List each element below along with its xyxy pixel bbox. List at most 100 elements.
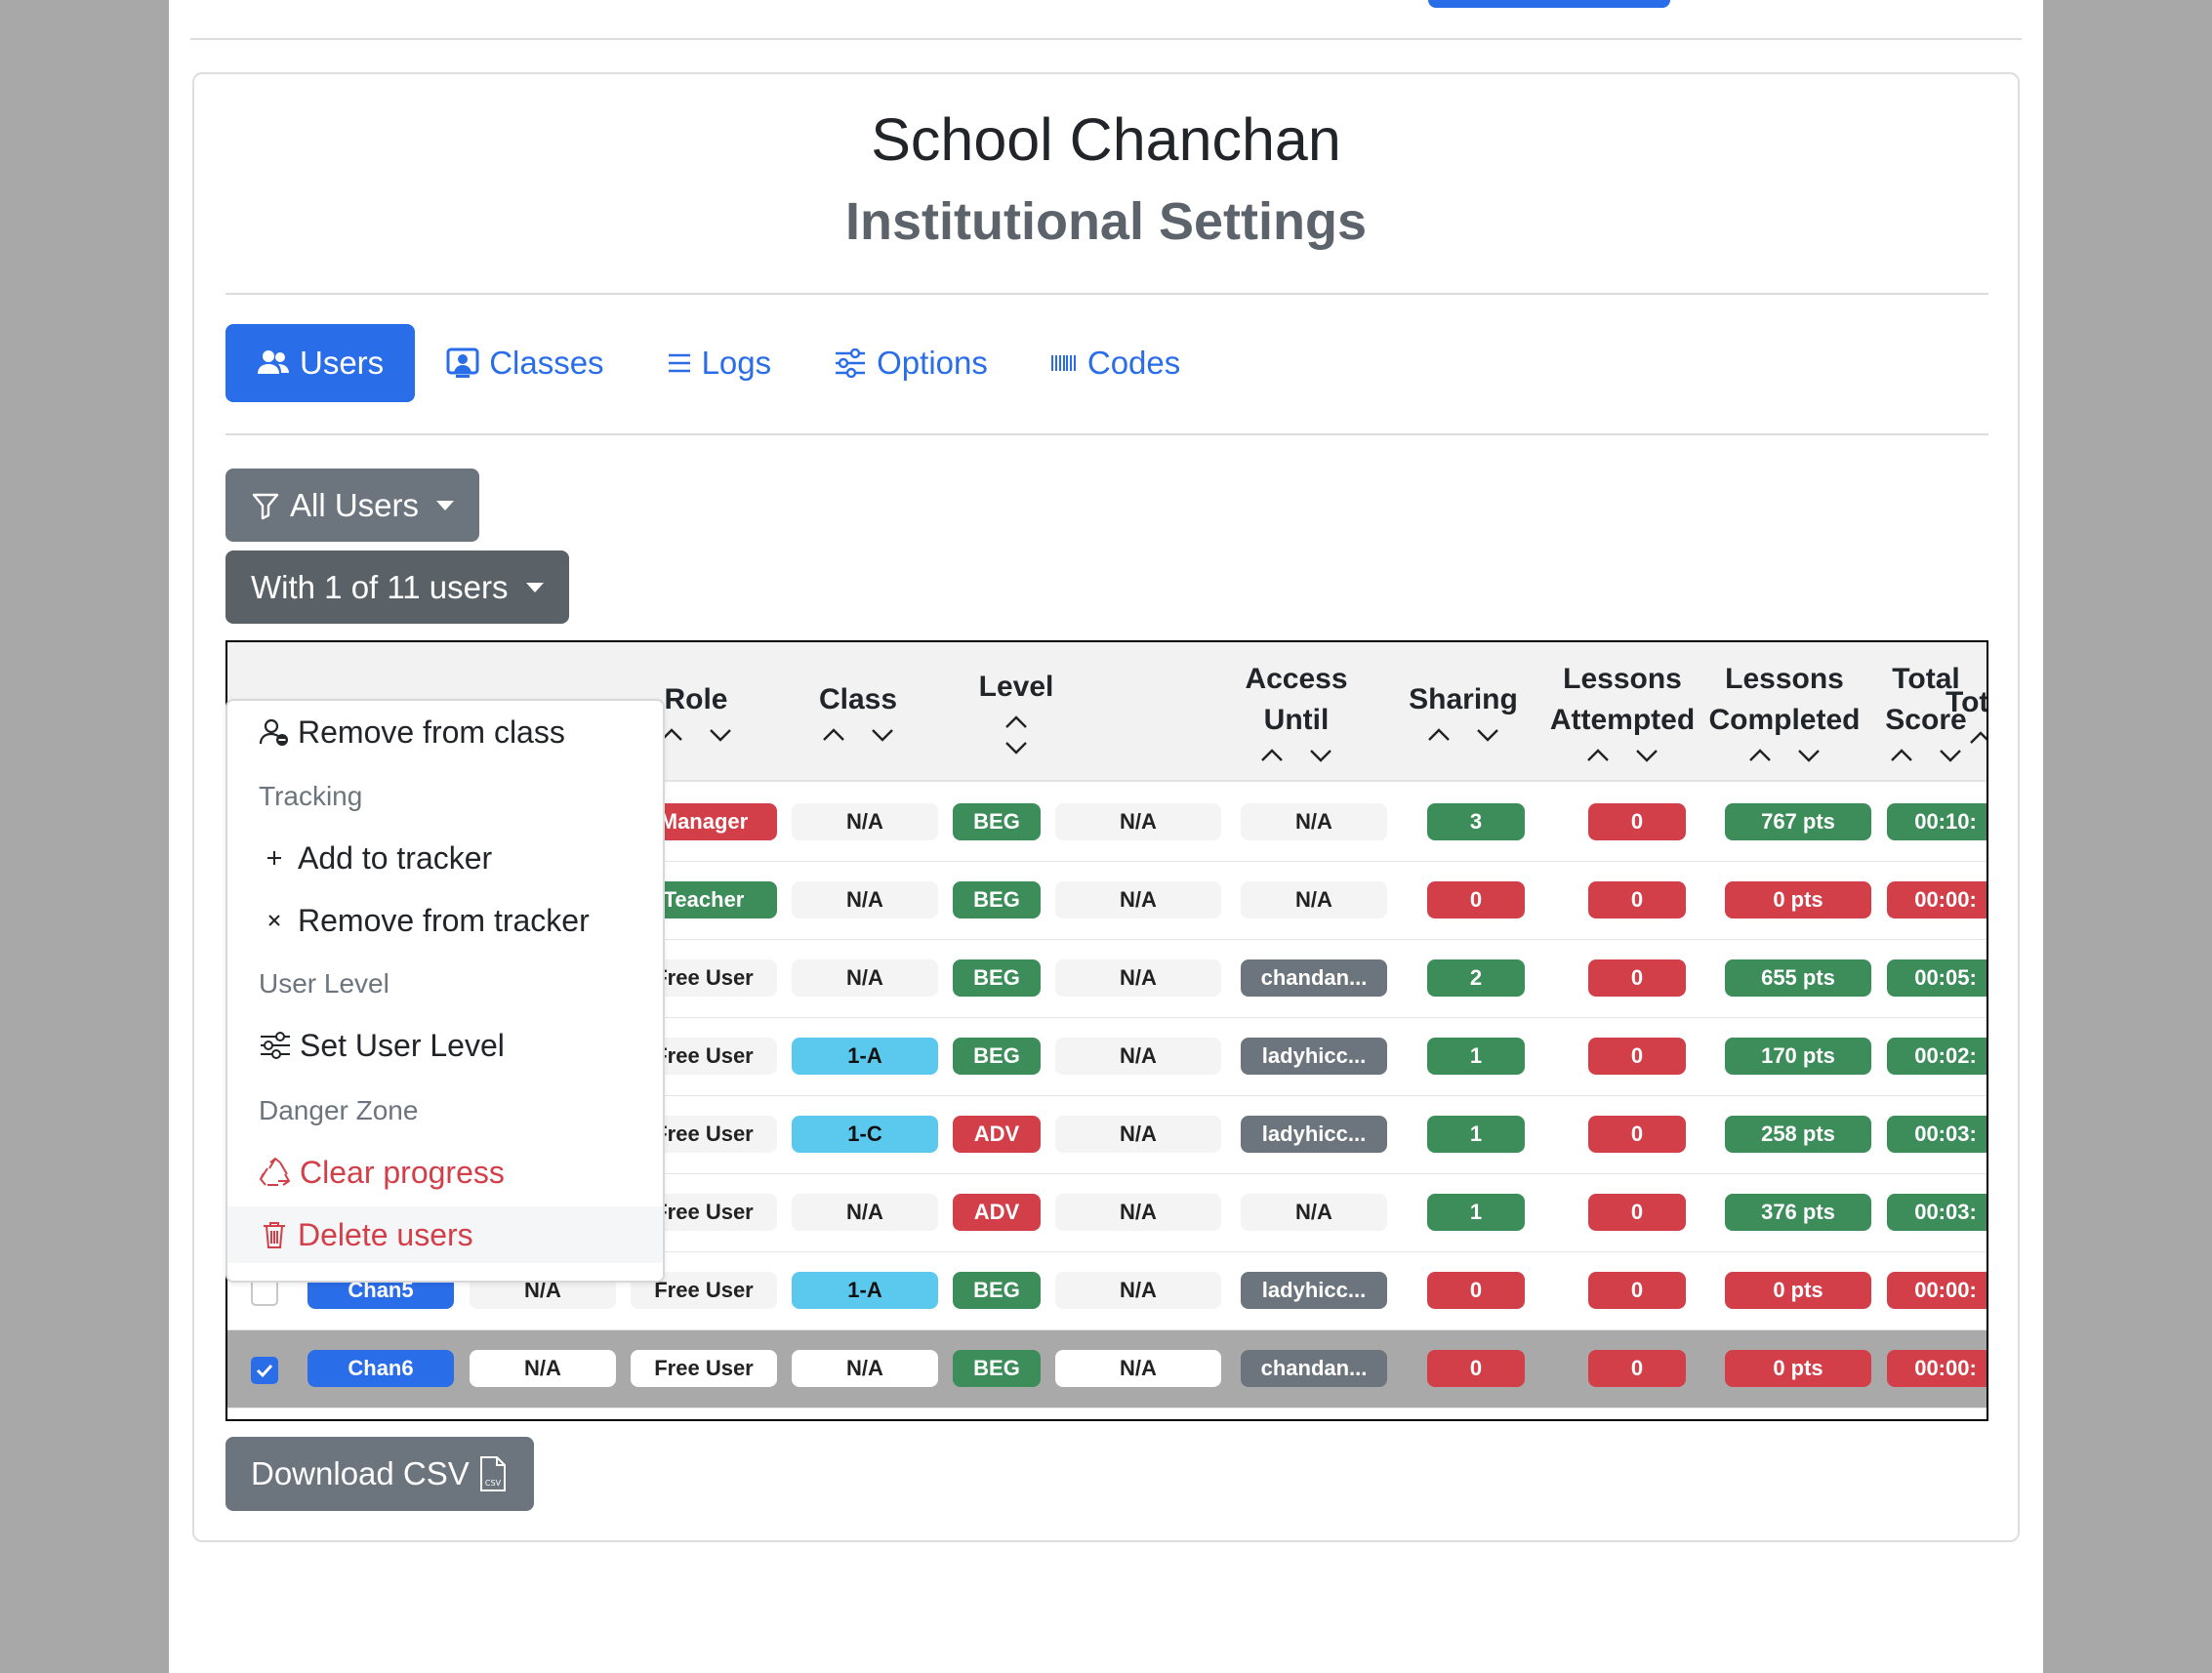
divider <box>225 293 1988 295</box>
sort-desc-icon[interactable] <box>707 724 734 746</box>
sort-desc-icon[interactable] <box>1795 745 1823 766</box>
person-badge-icon <box>446 347 479 378</box>
sort-asc-icon[interactable] <box>1258 745 1286 766</box>
sliders-icon <box>836 348 866 378</box>
trash-icon <box>264 1222 285 1248</box>
tab-users[interactable]: Users <box>225 324 416 402</box>
svg-text:CSV: CSV <box>485 1479 502 1488</box>
sort-desc-icon[interactable] <box>1474 724 1501 746</box>
sort-asc-icon[interactable] <box>1003 712 1030 733</box>
sort-desc-icon[interactable] <box>1633 745 1660 766</box>
tab-label: Logs <box>701 345 772 381</box>
access-until-cell: N/A <box>1055 803 1221 840</box>
access-until-cell: N/A <box>1055 1350 1221 1387</box>
top-button-partial[interactable] <box>1428 0 1670 8</box>
sliders-icon <box>261 1032 290 1059</box>
menu-item-add-to-tracker[interactable]: Add to tracker <box>227 830 663 886</box>
csv-file-icon: CSV <box>479 1456 506 1491</box>
lessons-attempted-badge: 3 <box>1427 803 1525 840</box>
total-score-badge: 767 pts <box>1725 803 1871 840</box>
users-icon <box>258 350 289 374</box>
sort-desc-icon[interactable] <box>1003 737 1030 758</box>
bulk-actions-menu: Remove from class Tracking Add to tracke… <box>225 699 665 1283</box>
menu-header-user-level: User Level <box>259 968 389 999</box>
bulk-actions-label: With 1 of 11 users <box>251 568 509 605</box>
total-score-badge: 0 pts <box>1725 1350 1871 1387</box>
sort-asc-icon[interactable] <box>1888 745 1915 766</box>
column-header-lessons-completed: Lessons Completed <box>1703 642 1865 782</box>
menu-item-remove-from-class[interactable]: Remove from class <box>227 704 663 760</box>
sort-asc-icon[interactable] <box>1746 745 1774 766</box>
tab-label: Users <box>300 345 385 381</box>
filter-dropdown-button[interactable]: All Users <box>225 469 480 542</box>
sort-asc-icon[interactable] <box>1584 745 1612 766</box>
lessons-completed-badge: 0 <box>1588 959 1686 997</box>
sort-asc-icon[interactable] <box>1425 724 1453 746</box>
tab-options[interactable]: Options <box>802 324 1019 402</box>
page-subtitle: Institutional Settings <box>845 192 1367 251</box>
sharing-badge: N/A <box>1241 881 1387 918</box>
tab-codes[interactable]: Codes <box>1019 324 1211 402</box>
row-checkbox[interactable] <box>251 1357 278 1384</box>
lessons-completed-badge: 0 <box>1588 803 1686 840</box>
lessons-completed-badge: 0 <box>1588 1038 1686 1075</box>
email-cell: N/A <box>470 1350 616 1387</box>
page: School Chanchan Institutional Settings U… <box>169 0 2043 1673</box>
close-icon <box>268 915 280 926</box>
sharing-badge: ladyhicc... <box>1241 1116 1387 1153</box>
menu-item-delete-users[interactable]: Delete users <box>227 1206 663 1263</box>
sort-asc-icon[interactable] <box>1967 727 1987 749</box>
lessons-completed-badge: 0 <box>1588 1194 1686 1231</box>
plus-icon <box>267 851 281 865</box>
menu-header-tracking: Tracking <box>259 781 363 811</box>
lessons-attempted-badge: 1 <box>1427 1038 1525 1075</box>
chevron-down-icon <box>436 500 455 510</box>
total-score-badge: 0 pts <box>1725 1272 1871 1309</box>
column-header-level: Level <box>958 642 1075 782</box>
access-until-cell: N/A <box>1055 1272 1221 1309</box>
level-badge: ADV <box>953 1116 1041 1153</box>
level-badge: ADV <box>953 1194 1041 1231</box>
menu-item-clear-progress[interactable]: Clear progress <box>227 1144 663 1201</box>
lessons-attempted-badge: 0 <box>1427 1350 1525 1387</box>
total-score-badge: 0 pts <box>1725 881 1871 918</box>
chevron-down-icon <box>525 582 544 592</box>
row-checkbox[interactable] <box>251 1279 278 1306</box>
menu-item-remove-from-tracker[interactable]: Remove from tracker <box>227 892 663 949</box>
total-time-badge: 00:03: <box>1887 1116 1987 1153</box>
bulk-actions-button[interactable]: With 1 of 11 users <box>225 551 569 624</box>
lessons-attempted-badge: 0 <box>1427 881 1525 918</box>
lessons-completed-badge: 0 <box>1588 1350 1686 1387</box>
access-until-cell: N/A <box>1055 881 1221 918</box>
tab-classes[interactable]: Classes <box>415 324 635 402</box>
recycle-icon <box>260 1158 290 1186</box>
total-time-badge: 00:00: <box>1887 1350 1987 1387</box>
class-badge: 1-A <box>792 1038 938 1075</box>
list-icon <box>668 353 690 373</box>
total-score-badge: 170 pts <box>1725 1038 1871 1075</box>
sharing-badge: chandan... <box>1241 1350 1387 1387</box>
sort-desc-icon[interactable] <box>869 724 896 746</box>
column-header-access-until: Access Until <box>1233 642 1360 782</box>
sharing-badge: ladyhicc... <box>1241 1272 1387 1309</box>
tab-logs[interactable]: Logs <box>635 324 803 402</box>
class-badge: 1-A <box>792 1272 938 1309</box>
download-csv-button[interactable]: Download CSV CSV <box>225 1437 534 1511</box>
tab-label: Codes <box>1086 345 1181 381</box>
sort-asc-icon[interactable] <box>820 724 847 746</box>
lessons-attempted-badge: 0 <box>1427 1272 1525 1309</box>
class-badge: 1-C <box>792 1116 938 1153</box>
total-score-badge: 376 pts <box>1725 1194 1871 1231</box>
divider <box>190 38 2022 40</box>
sort-desc-icon[interactable] <box>1307 745 1334 766</box>
total-time-badge: 00:05: <box>1887 959 1987 997</box>
total-time-badge: 00:00: <box>1887 1272 1987 1309</box>
total-time-badge: 00:02: <box>1887 1038 1987 1075</box>
barcode-icon <box>1050 355 1076 371</box>
access-until-cell: N/A <box>1055 1194 1221 1231</box>
lessons-attempted-badge: 1 <box>1427 1194 1525 1231</box>
total-time-badge: 00:00: <box>1887 881 1987 918</box>
menu-header-danger-zone: Danger Zone <box>259 1095 419 1125</box>
menu-item-set-user-level[interactable]: Set User Level <box>227 1017 663 1074</box>
username-badge[interactable]: Chan6 <box>307 1350 454 1387</box>
